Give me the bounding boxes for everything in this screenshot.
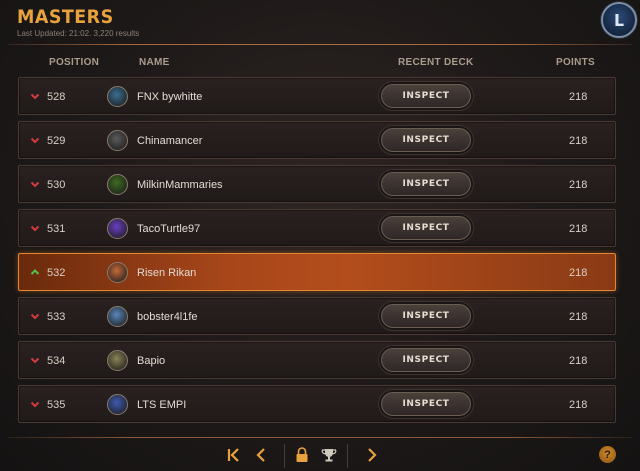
column-header-position: POSITION bbox=[49, 57, 100, 68]
row-points: 218 bbox=[569, 135, 588, 147]
row-player-name: Risen Rikan bbox=[137, 267, 197, 279]
avatar bbox=[107, 306, 128, 327]
column-header-points: POINTS bbox=[556, 57, 596, 68]
avatar bbox=[107, 130, 128, 151]
row-position: 530 bbox=[47, 179, 66, 191]
inspect-button[interactable]: INSPECT bbox=[381, 216, 471, 240]
pager-separator bbox=[347, 444, 348, 468]
row-player-name: bobster4l1fe bbox=[137, 311, 198, 323]
row-player-name: LTS EMPI bbox=[137, 399, 187, 411]
avatar bbox=[107, 394, 128, 415]
row-position: 534 bbox=[47, 355, 66, 367]
column-header-name: NAME bbox=[139, 57, 170, 68]
avatar bbox=[107, 350, 128, 371]
first-page-icon[interactable] bbox=[224, 442, 244, 468]
avatar bbox=[107, 218, 128, 239]
row-points: 218 bbox=[569, 267, 588, 279]
avatar bbox=[107, 86, 128, 107]
row-player-name: Bapio bbox=[137, 355, 166, 367]
row-position: 532 bbox=[47, 267, 66, 279]
inspect-button[interactable]: INSPECT bbox=[381, 128, 471, 152]
avatar bbox=[107, 262, 128, 283]
avatar bbox=[107, 174, 128, 195]
table-row[interactable]: 529 Chinamancer INSPECT 218 bbox=[18, 121, 616, 159]
footer-divider bbox=[8, 437, 632, 438]
row-points: 218 bbox=[569, 223, 588, 235]
inspect-button[interactable]: INSPECT bbox=[381, 304, 471, 328]
row-position: 528 bbox=[47, 91, 66, 103]
header-divider bbox=[8, 44, 632, 45]
row-player-name: FNX bywhitte bbox=[137, 91, 203, 103]
row-points: 218 bbox=[569, 91, 588, 103]
row-position: 533 bbox=[47, 311, 66, 323]
row-points: 218 bbox=[569, 179, 588, 191]
previous-page-icon[interactable] bbox=[252, 442, 270, 468]
table-row[interactable]: 528 FNX bywhitte INSPECT 218 bbox=[18, 77, 616, 115]
table-row[interactable]: 533 bobster4l1fe INSPECT 218 bbox=[18, 297, 616, 335]
table-row[interactable]: 534 Bapio INSPECT 218 bbox=[18, 341, 616, 379]
row-points: 218 bbox=[569, 355, 588, 367]
help-button[interactable]: ? bbox=[599, 446, 616, 463]
pager-separator bbox=[284, 444, 285, 468]
trend-down-icon bbox=[30, 355, 40, 365]
trophy-icon[interactable] bbox=[318, 442, 340, 468]
row-position: 535 bbox=[47, 399, 66, 411]
inspect-button[interactable]: INSPECT bbox=[381, 348, 471, 372]
trend-up-icon bbox=[30, 267, 40, 277]
row-points: 218 bbox=[569, 311, 588, 323]
row-position: 531 bbox=[47, 223, 66, 235]
page-title: MASTERS bbox=[17, 6, 114, 28]
row-points: 218 bbox=[569, 399, 588, 411]
lock-icon[interactable] bbox=[292, 442, 312, 468]
table-row[interactable]: 530 MilkinMammaries INSPECT 218 bbox=[18, 165, 616, 203]
trend-down-icon bbox=[30, 179, 40, 189]
row-player-name: TacoTurtle97 bbox=[137, 223, 201, 235]
inspect-button[interactable]: INSPECT bbox=[381, 172, 471, 196]
table-row-current-player[interactable]: 532 Risen Rikan 218 bbox=[18, 253, 616, 291]
trend-down-icon bbox=[30, 311, 40, 321]
trend-down-icon bbox=[30, 223, 40, 233]
trend-down-icon bbox=[30, 91, 40, 101]
inspect-button[interactable]: INSPECT bbox=[381, 84, 471, 108]
table-row[interactable]: 535 LTS EMPI INSPECT 218 bbox=[18, 385, 616, 423]
legends-of-runeterra-icon[interactable]: ᒪ bbox=[601, 2, 637, 38]
row-player-name: MilkinMammaries bbox=[137, 179, 223, 191]
row-position: 529 bbox=[47, 135, 66, 147]
trend-down-icon bbox=[30, 399, 40, 409]
header: MASTERS Last Updated: 21:02. 3,220 resul… bbox=[0, 0, 640, 46]
table-row[interactable]: 531 TacoTurtle97 INSPECT 218 bbox=[18, 209, 616, 247]
column-header-recent-deck: RECENT DECK bbox=[398, 57, 474, 68]
last-updated-text: Last Updated: 21:02. 3,220 results bbox=[17, 29, 140, 38]
inspect-button[interactable]: INSPECT bbox=[381, 392, 471, 416]
next-page-icon[interactable] bbox=[363, 442, 381, 468]
row-player-name: Chinamancer bbox=[137, 135, 203, 147]
trend-down-icon bbox=[30, 135, 40, 145]
